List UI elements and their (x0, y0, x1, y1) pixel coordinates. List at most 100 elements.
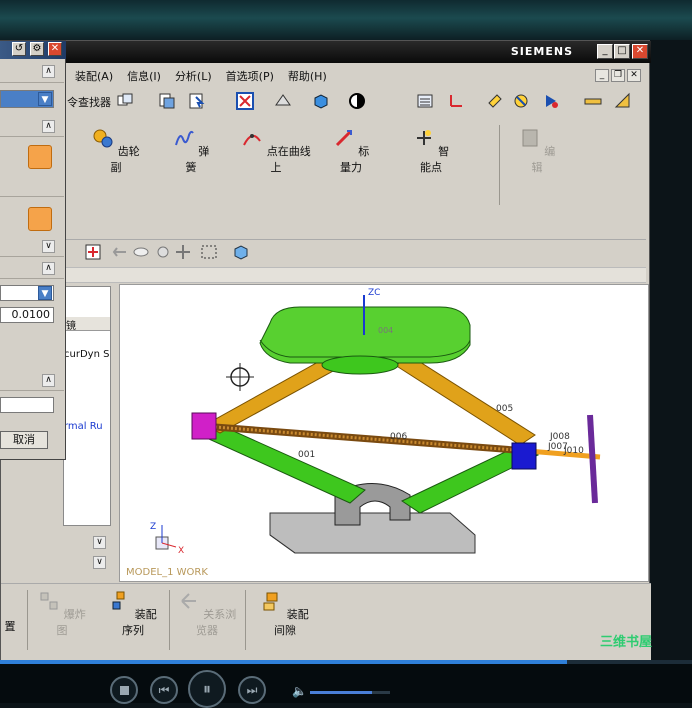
hide-icon[interactable] (131, 242, 151, 262)
status-row (61, 267, 646, 283)
play-motion-icon[interactable] (541, 91, 561, 111)
reset-icon[interactable]: ↺ (12, 42, 26, 56)
pin-block-left (191, 412, 217, 440)
pause-icon: ⏸ (202, 679, 211, 698)
motion-icon[interactable] (511, 91, 531, 111)
title-bar: SIEMENS _ □ ✕ (1, 41, 651, 63)
part-navigator-icon[interactable] (415, 91, 435, 111)
dialog-close-button[interactable]: ✕ (48, 42, 62, 56)
tool-label: 齿轮副 (110, 145, 140, 174)
tool-label: 弹簧 (185, 145, 210, 174)
cube-view-icon[interactable] (231, 242, 251, 262)
chevron-down-icon[interactable]: ∨ (93, 556, 106, 569)
tool-spring[interactable]: 弹簧 (171, 127, 211, 175)
stop-button[interactable] (110, 676, 138, 704)
maximize-button[interactable]: □ (614, 44, 630, 59)
tool-relation-browser[interactable]: 关系浏览器 (177, 590, 237, 638)
snap-icon[interactable] (485, 91, 505, 111)
close-button[interactable]: ✕ (632, 44, 648, 59)
measure-icon[interactable] (583, 91, 603, 111)
render-style-icon[interactable] (273, 91, 293, 111)
standard-toolbar: 令查找器 (61, 89, 646, 115)
command-finder-label[interactable]: 令查找器 (67, 94, 111, 110)
display-mode-icon[interactable] (347, 91, 367, 111)
graphics-window[interactable]: ZC 004 J008 J007 J010 005 006 001 Z X MO… (119, 284, 649, 582)
zc-axis-label: ZC (368, 288, 380, 298)
triad-x-label: X (178, 546, 184, 556)
chevron-down-icon[interactable]: ▼ (38, 286, 52, 300)
joint-label: 006 (390, 432, 407, 442)
chevron-down-icon[interactable]: ∨ (42, 240, 55, 253)
base-plate (269, 512, 476, 554)
joint-dialog: ↺ ⚙ ✕ ∧ ▼ ∧ ∨ ∧ ▼ 0.0100 ∧ 取消 (0, 40, 66, 460)
volume-icon[interactable]: 🔈 (292, 684, 307, 698)
cancel-button[interactable]: 取消 (0, 431, 48, 449)
menu-assembly[interactable]: 装配(A) (73, 67, 115, 85)
doc-restore-button[interactable]: ❐ (611, 69, 625, 82)
fit-view-icon[interactable] (235, 91, 255, 111)
dialog-row: ∧ (0, 259, 64, 279)
chevron-down-icon[interactable]: ▼ (38, 92, 52, 106)
tool-label: 置 (4, 620, 16, 633)
select-filter-icon[interactable] (187, 91, 207, 111)
undo-icon[interactable] (111, 242, 131, 262)
navigator-item[interactable]: curDyn S (64, 349, 109, 360)
csys-icon[interactable] (445, 91, 465, 111)
menu-help[interactable]: 帮助(H) (286, 67, 329, 85)
specify-point-button[interactable] (28, 207, 52, 231)
upper-arm-right (393, 356, 536, 446)
next-button[interactable]: ⏭ (238, 676, 266, 704)
select-object-button[interactable] (28, 145, 52, 169)
tool-label: 点在曲线上 (266, 145, 311, 174)
minimize-button[interactable]: _ (597, 44, 613, 59)
window-icon[interactable] (115, 91, 135, 111)
menu-analysis[interactable]: 分析(L) (173, 67, 214, 85)
menu-info[interactable]: 信息(I) (125, 67, 163, 85)
box-select-icon[interactable] (199, 242, 219, 262)
volume-slider[interactable] (310, 691, 390, 694)
tool-label: 关系浏览器 (196, 608, 237, 637)
tool-exploded-view[interactable]: 爆炸图 (37, 590, 87, 638)
dialog-row: ∧ (0, 61, 64, 83)
progress-track[interactable] (0, 660, 692, 664)
tool-smart-point[interactable]: 智能点 (411, 127, 451, 175)
chevron-up-icon[interactable]: ∧ (42, 262, 55, 275)
tool-edit[interactable]: 编辑 (517, 127, 557, 175)
chevron-up-icon[interactable]: ∧ (42, 374, 55, 387)
gear-pair-icon (93, 129, 113, 148)
chevron-up-icon[interactable]: ∧ (42, 65, 55, 78)
navigator-item[interactable]: rmal Ru (64, 421, 103, 432)
shaded-cube-icon[interactable] (311, 91, 331, 111)
value-input[interactable]: 0.0100 (0, 307, 54, 323)
joint-label: 005 (496, 404, 513, 414)
tool-position[interactable]: 置 (1, 590, 19, 634)
tool-gear-pair[interactable]: 齿轮副 (91, 127, 141, 175)
drafting-icon[interactable] (613, 91, 633, 111)
chevron-down-icon[interactable]: ∨ (93, 536, 106, 549)
pause-button[interactable]: ⏸ (188, 670, 226, 708)
dialog-row: ∨ (0, 237, 64, 257)
gear-icon[interactable]: ⚙ (30, 42, 44, 56)
doc-minimize-button[interactable]: _ (595, 69, 609, 82)
snap-point-icon[interactable] (83, 242, 103, 262)
stop-icon (119, 686, 129, 695)
show-icon[interactable] (153, 242, 173, 262)
chevron-up-icon[interactable]: ∧ (42, 120, 55, 133)
view-triad: Z X (150, 522, 184, 556)
name-input[interactable] (0, 397, 54, 413)
layer-icon[interactable] (157, 91, 177, 111)
tool-point-on-curve[interactable]: 点在曲线上 (241, 127, 311, 175)
point-on-curve-icon (243, 134, 262, 146)
menu-bar: 装配(A) 信息(I) 分析(L) 首选项(P) 帮助(H) (73, 67, 329, 85)
tool-assembly-clearance[interactable]: 装配间隙 (257, 590, 313, 638)
tool-label: 装配序列 (122, 608, 157, 637)
menu-preferences[interactable]: 首选项(P) (224, 67, 276, 85)
tool-label: 标量力 (340, 145, 370, 174)
previous-button[interactable]: ⏮ (150, 676, 178, 704)
tool-label: 智能点 (420, 145, 450, 174)
tool-scalar-force[interactable]: 标量力 (331, 127, 371, 175)
doc-close-button[interactable]: ✕ (627, 69, 641, 82)
tool-assembly-sequence[interactable]: 装配序列 (105, 590, 161, 638)
progress-fill (0, 660, 568, 664)
move-icon[interactable] (173, 242, 193, 262)
